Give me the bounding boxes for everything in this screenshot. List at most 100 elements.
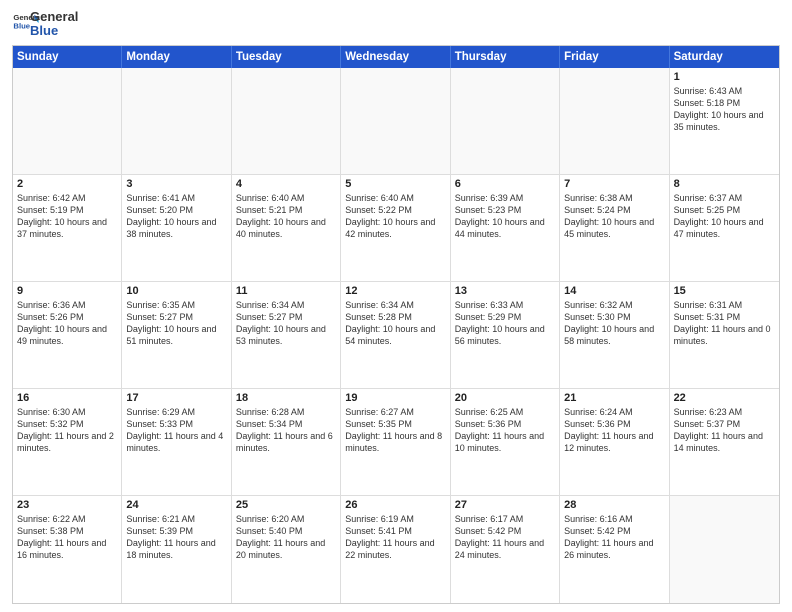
weekday-header: Thursday <box>451 46 560 68</box>
cell-sun-info: Sunrise: 6:17 AM Sunset: 5:42 PM Dayligh… <box>455 513 555 562</box>
cell-sun-info: Sunrise: 6:20 AM Sunset: 5:40 PM Dayligh… <box>236 513 336 562</box>
cell-day-number: 14 <box>564 285 664 297</box>
cell-day-number: 22 <box>674 392 775 404</box>
svg-text:Blue: Blue <box>13 22 30 31</box>
calendar-cell: 23 Sunrise: 6:22 AM Sunset: 5:38 PM Dayli… <box>13 496 122 603</box>
cell-sun-info: Sunrise: 6:29 AM Sunset: 5:33 PM Dayligh… <box>126 406 226 455</box>
calendar-cell: 19 Sunrise: 6:27 AM Sunset: 5:35 PM Dayli… <box>341 389 450 495</box>
cell-sun-info: Sunrise: 6:34 AM Sunset: 5:27 PM Dayligh… <box>236 299 336 348</box>
calendar-cell: 11 Sunrise: 6:34 AM Sunset: 5:27 PM Dayli… <box>232 282 341 388</box>
calendar-cell: 9 Sunrise: 6:36 AM Sunset: 5:26 PM Daylig… <box>13 282 122 388</box>
cell-day-number: 19 <box>345 392 445 404</box>
weekday-header: Tuesday <box>232 46 341 68</box>
cell-sun-info: Sunrise: 6:37 AM Sunset: 5:25 PM Dayligh… <box>674 192 775 241</box>
cell-sun-info: Sunrise: 6:30 AM Sunset: 5:32 PM Dayligh… <box>17 406 117 455</box>
cell-day-number: 18 <box>236 392 336 404</box>
calendar-cell <box>232 68 341 174</box>
logo-general: General <box>30 10 78 24</box>
weekday-header: Wednesday <box>341 46 450 68</box>
cell-day-number: 26 <box>345 499 445 511</box>
calendar-cell: 18Sunrise: 6:28 AM Sunset: 5:34 PM Dayli… <box>232 389 341 495</box>
calendar-row: 2 Sunrise: 6:42 AM Sunset: 5:19 PM Daylig… <box>13 175 779 282</box>
header: General Blue General Blue <box>12 10 780 39</box>
cell-sun-info: Sunrise: 6:33 AM Sunset: 5:29 PM Dayligh… <box>455 299 555 348</box>
calendar-cell: 21 Sunrise: 6:24 AM Sunset: 5:36 PM Dayli… <box>560 389 669 495</box>
cell-day-number: 23 <box>17 499 117 511</box>
cell-sun-info: Sunrise: 6:22 AM Sunset: 5:38 PM Dayligh… <box>17 513 117 562</box>
calendar-cell: 10 Sunrise: 6:35 AM Sunset: 5:27 PM Dayli… <box>122 282 231 388</box>
calendar-cell: 12Sunrise: 6:34 AM Sunset: 5:28 PM Dayli… <box>341 282 450 388</box>
calendar-cell: 13 Sunrise: 6:33 AM Sunset: 5:29 PM Dayli… <box>451 282 560 388</box>
calendar-cell <box>122 68 231 174</box>
cell-day-number: 2 <box>17 178 117 190</box>
cell-day-number: 1 <box>674 71 775 83</box>
calendar-cell: 15 Sunrise: 6:31 AM Sunset: 5:31 PM Dayli… <box>670 282 779 388</box>
calendar-cell: 27Sunrise: 6:17 AM Sunset: 5:42 PM Dayli… <box>451 496 560 603</box>
calendar-body: 1 Sunrise: 6:43 AM Sunset: 5:18 PM Daylig… <box>13 68 779 603</box>
cell-day-number: 24 <box>126 499 226 511</box>
cell-sun-info: Sunrise: 6:25 AM Sunset: 5:36 PM Dayligh… <box>455 406 555 455</box>
cell-sun-info: Sunrise: 6:39 AM Sunset: 5:23 PM Dayligh… <box>455 192 555 241</box>
cell-sun-info: Sunrise: 6:32 AM Sunset: 5:30 PM Dayligh… <box>564 299 664 348</box>
cell-sun-info: Sunrise: 6:34 AM Sunset: 5:28 PM Dayligh… <box>345 299 445 348</box>
calendar-cell: 6 Sunrise: 6:39 AM Sunset: 5:23 PM Daylig… <box>451 175 560 281</box>
weekday-header: Friday <box>560 46 669 68</box>
calendar-cell: 24 Sunrise: 6:21 AM Sunset: 5:39 PM Dayli… <box>122 496 231 603</box>
cell-day-number: 21 <box>564 392 664 404</box>
calendar-row: 16 Sunrise: 6:30 AM Sunset: 5:32 PM Dayli… <box>13 389 779 496</box>
calendar-cell: 17 Sunrise: 6:29 AM Sunset: 5:33 PM Dayli… <box>122 389 231 495</box>
calendar-cell: 28 Sunrise: 6:16 AM Sunset: 5:42 PM Dayli… <box>560 496 669 603</box>
cell-day-number: 6 <box>455 178 555 190</box>
calendar-cell: 4Sunrise: 6:40 AM Sunset: 5:21 PM Daylig… <box>232 175 341 281</box>
cell-day-number: 9 <box>17 285 117 297</box>
calendar-cell: 26Sunrise: 6:19 AM Sunset: 5:41 PM Dayli… <box>341 496 450 603</box>
cell-day-number: 5 <box>345 178 445 190</box>
cell-sun-info: Sunrise: 6:24 AM Sunset: 5:36 PM Dayligh… <box>564 406 664 455</box>
calendar-cell: 14 Sunrise: 6:32 AM Sunset: 5:30 PM Dayli… <box>560 282 669 388</box>
cell-day-number: 15 <box>674 285 775 297</box>
cell-sun-info: Sunrise: 6:31 AM Sunset: 5:31 PM Dayligh… <box>674 299 775 348</box>
calendar-row: 9 Sunrise: 6:36 AM Sunset: 5:26 PM Daylig… <box>13 282 779 389</box>
cell-sun-info: Sunrise: 6:36 AM Sunset: 5:26 PM Dayligh… <box>17 299 117 348</box>
calendar-row: 1 Sunrise: 6:43 AM Sunset: 5:18 PM Daylig… <box>13 68 779 175</box>
cell-day-number: 13 <box>455 285 555 297</box>
calendar-cell: 7Sunrise: 6:38 AM Sunset: 5:24 PM Daylig… <box>560 175 669 281</box>
cell-day-number: 11 <box>236 285 336 297</box>
calendar-row: 23 Sunrise: 6:22 AM Sunset: 5:38 PM Dayli… <box>13 496 779 603</box>
cell-day-number: 16 <box>17 392 117 404</box>
cell-sun-info: Sunrise: 6:42 AM Sunset: 5:19 PM Dayligh… <box>17 192 117 241</box>
calendar: SundayMondayTuesdayWednesdayThursdayFrid… <box>12 45 780 604</box>
page: General Blue General Blue SundayMondayTu… <box>0 0 792 612</box>
cell-sun-info: Sunrise: 6:43 AM Sunset: 5:18 PM Dayligh… <box>674 85 775 134</box>
calendar-header: SundayMondayTuesdayWednesdayThursdayFrid… <box>13 46 779 68</box>
calendar-cell: 16 Sunrise: 6:30 AM Sunset: 5:32 PM Dayli… <box>13 389 122 495</box>
calendar-cell: 8 Sunrise: 6:37 AM Sunset: 5:25 PM Daylig… <box>670 175 779 281</box>
calendar-cell <box>341 68 450 174</box>
weekday-header: Saturday <box>670 46 779 68</box>
weekday-header: Monday <box>122 46 231 68</box>
calendar-cell <box>670 496 779 603</box>
calendar-cell <box>13 68 122 174</box>
cell-sun-info: Sunrise: 6:41 AM Sunset: 5:20 PM Dayligh… <box>126 192 226 241</box>
cell-sun-info: Sunrise: 6:38 AM Sunset: 5:24 PM Dayligh… <box>564 192 664 241</box>
cell-day-number: 10 <box>126 285 226 297</box>
calendar-cell <box>451 68 560 174</box>
calendar-cell: 22 Sunrise: 6:23 AM Sunset: 5:37 PM Dayli… <box>670 389 779 495</box>
cell-day-number: 25 <box>236 499 336 511</box>
calendar-cell: 25 Sunrise: 6:20 AM Sunset: 5:40 PM Dayli… <box>232 496 341 603</box>
cell-day-number: 4 <box>236 178 336 190</box>
cell-sun-info: Sunrise: 6:23 AM Sunset: 5:37 PM Dayligh… <box>674 406 775 455</box>
cell-sun-info: Sunrise: 6:27 AM Sunset: 5:35 PM Dayligh… <box>345 406 445 455</box>
calendar-cell: 3 Sunrise: 6:41 AM Sunset: 5:20 PM Daylig… <box>122 175 231 281</box>
weekday-header: Sunday <box>13 46 122 68</box>
cell-sun-info: Sunrise: 6:16 AM Sunset: 5:42 PM Dayligh… <box>564 513 664 562</box>
logo-blue: Blue <box>30 24 78 38</box>
cell-day-number: 28 <box>564 499 664 511</box>
cell-sun-info: Sunrise: 6:21 AM Sunset: 5:39 PM Dayligh… <box>126 513 226 562</box>
cell-day-number: 17 <box>126 392 226 404</box>
cell-sun-info: Sunrise: 6:35 AM Sunset: 5:27 PM Dayligh… <box>126 299 226 348</box>
cell-day-number: 8 <box>674 178 775 190</box>
logo: General Blue General Blue <box>12 10 78 39</box>
calendar-cell <box>560 68 669 174</box>
cell-day-number: 3 <box>126 178 226 190</box>
